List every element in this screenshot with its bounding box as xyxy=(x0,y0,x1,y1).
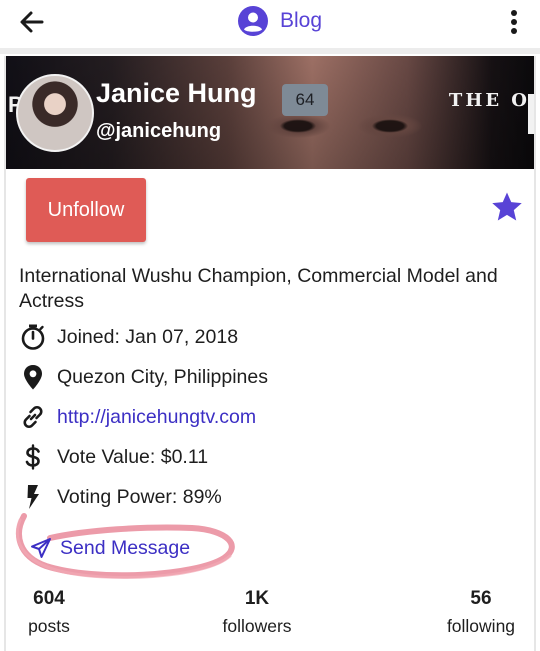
stat-label: following xyxy=(446,616,516,636)
website-row: http://janicehungtv.com xyxy=(19,402,256,432)
flash-icon xyxy=(27,485,39,509)
account-circle-icon xyxy=(238,6,268,36)
cover-bar xyxy=(528,94,534,134)
voting-power: Voting Power: 89% xyxy=(57,485,222,508)
unfollow-button[interactable]: Unfollow xyxy=(26,178,146,242)
star-icon[interactable] xyxy=(490,190,524,224)
stat-value: 56 xyxy=(470,588,492,609)
vote-value: Vote Value: $0.11 xyxy=(57,445,209,468)
location-text: Quezon City, Philippines xyxy=(57,365,268,388)
top-app-bar: Blog xyxy=(0,0,540,44)
link-icon xyxy=(23,405,43,429)
avatar[interactable] xyxy=(16,74,94,152)
stat-following[interactable]: 56 following xyxy=(438,588,524,637)
header-divider xyxy=(0,48,540,54)
send-message-button[interactable]: Send Message xyxy=(30,534,190,562)
stat-label: followers xyxy=(222,616,292,636)
profile-bio: International Wushu Champion, Commercial… xyxy=(19,265,498,312)
cover-text: THE O xyxy=(448,90,530,111)
send-message-label: Send Message xyxy=(60,536,191,559)
send-icon xyxy=(31,538,51,558)
profile-card: P THE O Janice Hung 64 @janicehung Unfol… xyxy=(4,56,536,651)
joined-date: Joined: Jan 07, 2018 xyxy=(57,325,239,348)
more-vertical-icon[interactable] xyxy=(502,6,526,38)
app-brand[interactable]: Blog xyxy=(238,4,322,38)
stat-posts[interactable]: 604 posts xyxy=(24,588,74,637)
app-title: Blog xyxy=(280,9,323,32)
profile-name: Janice Hung xyxy=(96,78,257,108)
stopwatch-icon xyxy=(21,324,45,350)
website-link[interactable]: http://janicehungtv.com xyxy=(57,406,256,429)
arrow-left-icon[interactable] xyxy=(16,6,48,38)
stat-followers[interactable]: 1K followers xyxy=(212,588,302,637)
location-pin-icon xyxy=(24,365,42,390)
joined-row: Joined: Jan 07, 2018 xyxy=(19,322,238,352)
reputation-badge: 64 xyxy=(282,84,328,116)
vote-value-row: Vote Value: $0.11 xyxy=(19,442,208,472)
dollar-icon xyxy=(25,444,40,470)
voting-power-row: Voting Power: 89% xyxy=(19,482,222,512)
profile-handle: @janicehung xyxy=(96,120,222,142)
stat-label: posts xyxy=(28,616,70,636)
stat-value: 604 xyxy=(33,588,65,609)
stat-value: 1K xyxy=(244,588,270,609)
location-row: Quezon City, Philippines xyxy=(19,362,268,392)
